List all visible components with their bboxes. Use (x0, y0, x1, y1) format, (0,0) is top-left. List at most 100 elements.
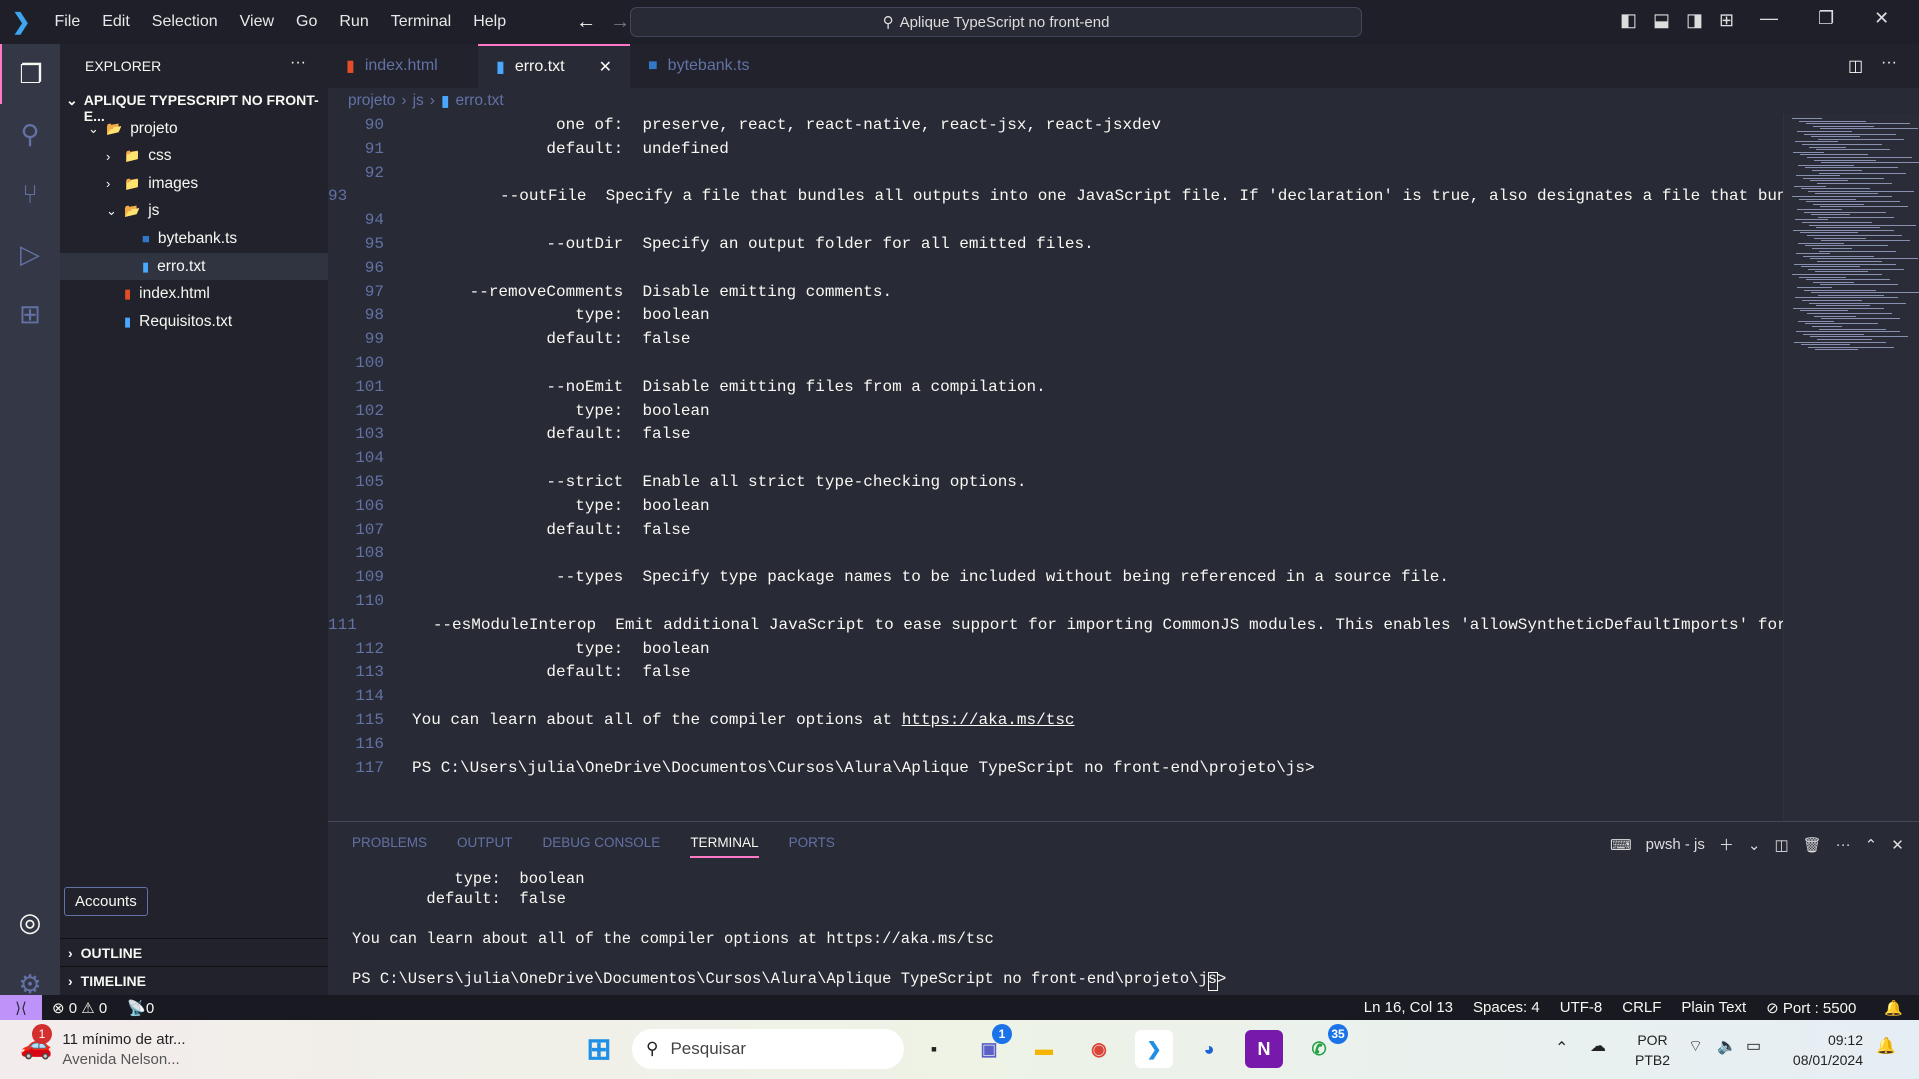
more-actions-icon[interactable]: ··· (290, 54, 306, 72)
trash-icon[interactable]: 🗑 (1803, 836, 1822, 854)
txt-icon: ▮ (496, 59, 505, 76)
terminal-shell-selector[interactable]: pwsh - js (1646, 836, 1705, 853)
taskbar-search[interactable]: ⚲ Pesquisar (632, 1029, 904, 1069)
new-terminal-plus-icon[interactable]: ＋ (1719, 834, 1734, 855)
onedrive-cloud-icon[interactable]: ☁ (1590, 1036, 1606, 1056)
wifi-icon[interactable]: ⌔ (1688, 1036, 1703, 1056)
minimap-line (1795, 219, 1828, 221)
search-icon[interactable]: ⚲ (0, 104, 60, 164)
minimap-line (1803, 333, 1864, 335)
html-icon: ▮ (346, 58, 355, 75)
toggle-sidebar-icon[interactable]: ◧ (1620, 10, 1637, 31)
menu-view[interactable]: View (240, 13, 274, 31)
panel-tab-ports[interactable]: PORTS (789, 835, 835, 858)
minimap-line (1809, 302, 1906, 304)
live-server-status[interactable]: ⊘ Port : 5500 (1766, 999, 1856, 1017)
tree-item-images[interactable]: › 📁 images (60, 170, 328, 197)
cursor-position[interactable]: Ln 16, Col 13 (1364, 999, 1453, 1016)
split-terminal-icon[interactable]: ◫ (1774, 836, 1788, 854)
tab-index-html[interactable]: ▮ index.html (328, 44, 478, 88)
whatsapp-icon[interactable]: ✆ 35 (1300, 1024, 1348, 1068)
chevron-down-icon[interactable]: ⌄ (1748, 836, 1761, 854)
notifications-bell-icon[interactable]: 🔔 (1884, 999, 1903, 1017)
minimap[interactable] (1783, 114, 1919, 821)
split-editor-icon[interactable]: ◫ (1848, 56, 1863, 76)
breadcrumb-erro-txt[interactable]: erro.txt (455, 92, 503, 110)
menu-selection[interactable]: Selection (152, 13, 218, 31)
run-debug-icon[interactable]: ▷ (0, 224, 60, 284)
panel-tab-problems[interactable]: PROBLEMS (352, 835, 427, 858)
close-window-icon[interactable]: ✕ (1874, 8, 1889, 29)
tree-item-projeto[interactable]: ⌄ 📂 projeto (60, 115, 328, 142)
menu-help[interactable]: Help (473, 13, 506, 31)
clock[interactable]: 09:12 08/01/2024 (1788, 1030, 1863, 1070)
editor-line: 98 type: boolean (328, 304, 1783, 328)
menu-terminal[interactable]: Terminal (391, 13, 451, 31)
input-language[interactable]: POR PTB2 (1635, 1030, 1670, 1070)
tree-item-css[interactable]: › 📁 css (60, 143, 328, 170)
more-actions-icon[interactable]: ··· (1881, 54, 1897, 72)
tree-item-erro-txt[interactable]: ▮ erro.txt (60, 253, 328, 280)
tsc-link[interactable]: https://aka.ms/tsc (902, 709, 1075, 733)
file-explorer-icon[interactable]: ▬ (1025, 1030, 1063, 1068)
minimap-line (1810, 336, 1908, 338)
explorer-icon[interactable]: ❐ (0, 44, 60, 104)
tree-item-label: css (148, 147, 172, 165)
timeline-section[interactable]: › TIMELINE (60, 966, 328, 994)
outline-section[interactable]: › OUTLINE (60, 938, 328, 966)
task-view-icon[interactable]: ▪ (915, 1030, 953, 1068)
teams-icon[interactable]: ▣ 1 (970, 1024, 1012, 1068)
language-mode[interactable]: Plain Text (1681, 999, 1746, 1016)
start-windows-icon[interactable]: ⊞ (580, 1030, 618, 1068)
remote-icon[interactable]: ⟩⟨ (0, 995, 42, 1020)
onenote-icon[interactable]: N (1245, 1030, 1283, 1068)
show-hidden-icons-chevron-icon[interactable]: ⌃ (1555, 1038, 1568, 1058)
tab-erro-txt[interactable]: ▮ erro.txt ✕ (478, 44, 630, 88)
code-editor[interactable]: 90 one of: preserve, react, react-native… (328, 114, 1783, 821)
notification-bell-icon[interactable]: 🔔 (1876, 1036, 1896, 1056)
close-tab-icon[interactable]: ✕ (599, 57, 612, 77)
line-ending[interactable]: CRLF (1622, 999, 1661, 1016)
extensions-icon[interactable]: ⊞ (0, 284, 60, 344)
chrome-icon[interactable]: ◉ (1080, 1030, 1118, 1068)
maximize-icon[interactable]: ❐ (1818, 8, 1834, 29)
tree-item-label: js (148, 202, 160, 220)
tree-item-Requisitos-txt[interactable]: ▮ Requisitos.txt (60, 308, 328, 335)
tree-item-js[interactable]: ⌄ 📂 js (60, 198, 328, 225)
tab-bytebank-ts[interactable]: ■ bytebank.ts (630, 44, 780, 88)
back-arrow-icon[interactable]: ← (576, 11, 596, 34)
problems-status[interactable]: ⊗ 0 ⚠ 0 (52, 999, 107, 1017)
panel-tab-output[interactable]: OUTPUT (457, 835, 513, 858)
forward-arrow-icon[interactable]: → (610, 11, 630, 34)
toggle-secondary-sidebar-icon[interactable]: ◨ (1686, 10, 1703, 31)
breadcrumb-projeto[interactable]: projeto (348, 92, 395, 110)
menu-edit[interactable]: Edit (102, 13, 130, 31)
panel-tab-terminal[interactable]: TERMINAL (690, 835, 759, 858)
menu-go[interactable]: Go (296, 13, 317, 31)
breadcrumb-js[interactable]: js (413, 92, 424, 110)
customize-layout-icon[interactable]: ⊞ (1719, 10, 1734, 31)
accounts-icon[interactable]: ◎ (0, 892, 60, 952)
tree-item-index-html[interactable]: ▮ index.html (60, 281, 328, 308)
firefox-icon[interactable]: ◕ (1190, 1030, 1228, 1068)
ports-status[interactable]: 📡0 (127, 999, 154, 1017)
menu-run[interactable]: Run (339, 13, 368, 31)
weather-badge: 1 (32, 1024, 52, 1044)
panel-tab-debug-console[interactable]: DEBUG CONSOLE (543, 835, 661, 858)
tree-item-bytebank-ts[interactable]: ■ bytebank.ts (60, 225, 328, 252)
toggle-panel-icon[interactable]: ⬓ (1653, 10, 1670, 31)
encoding[interactable]: UTF-8 (1560, 999, 1603, 1016)
minimize-icon[interactable]: — (1760, 8, 1778, 29)
command-center-search[interactable]: ⚲ Aplique TypeScript no front-end (630, 7, 1362, 37)
vscode-taskbar-icon[interactable]: ❯ (1135, 1030, 1173, 1068)
weather-widget[interactable]: 🚗 1 11 mínimo de atr... Avenida Nelson... (20, 1024, 186, 1070)
minimap-line (1810, 258, 1918, 260)
menu-file[interactable]: File (54, 13, 80, 31)
battery-icon[interactable]: ▭ (1746, 1036, 1761, 1056)
indentation[interactable]: Spaces: 4 (1473, 999, 1540, 1016)
more-actions-icon[interactable]: ··· (1836, 836, 1851, 853)
close-panel-icon[interactable]: ✕ (1891, 836, 1904, 854)
maximize-panel-icon[interactable]: ⌃ (1865, 836, 1878, 854)
source-control-icon[interactable]: ⑂ (0, 164, 60, 224)
volume-icon[interactable]: 🔈 (1717, 1036, 1737, 1056)
